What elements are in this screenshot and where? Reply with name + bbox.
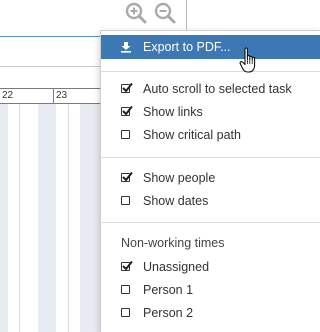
nonworking-person-2-option[interactable]: Person 2 [101, 301, 320, 325]
nonworking-stripe [38, 104, 56, 332]
export-pdf-label: Export to PDF... [143, 40, 231, 54]
nonworking-times-title: Non-working times [121, 236, 225, 250]
grid-line [68, 104, 69, 332]
timeline-day-row: 22 23 [0, 88, 110, 104]
checkbox-checked[interactable] [121, 82, 133, 93]
view-options-menu: Export to PDF... Auto scroll to selected… [100, 30, 320, 332]
checkbox-unchecked[interactable] [121, 130, 130, 139]
checkbox-checked[interactable] [121, 171, 133, 182]
timeline-day: 22 [0, 89, 53, 103]
show-critical-path-option[interactable]: Show critical path [101, 123, 320, 147]
grid-line [19, 104, 20, 332]
show-links-option[interactable]: Show links [101, 100, 320, 124]
menu-separator [101, 71, 320, 72]
zoom-out-icon[interactable] [154, 2, 176, 24]
zoom-in-icon[interactable] [125, 2, 147, 24]
auto-scroll-option[interactable]: Auto scroll to selected task [101, 77, 320, 101]
nonworking-person-1-option[interactable]: Person 1 [101, 278, 320, 302]
nonworking-unassigned-option[interactable]: Unassigned [101, 255, 320, 279]
nonworking-stripe [0, 104, 8, 332]
checkbox-checked[interactable] [121, 105, 133, 116]
option-label: Show links [143, 105, 203, 119]
checkbox-unchecked[interactable] [121, 196, 130, 205]
checkbox-unchecked[interactable] [121, 285, 130, 294]
option-label: Show critical path [143, 128, 241, 142]
option-label: Show people [143, 171, 216, 185]
option-label: Person 1 [143, 283, 194, 297]
show-dates-option[interactable]: Show dates [101, 189, 320, 213]
hand-cursor-icon [239, 47, 256, 73]
show-people-option[interactable]: Show people [101, 166, 320, 190]
checkbox-unchecked[interactable] [121, 308, 130, 317]
menu-separator [101, 157, 320, 158]
menu-separator [101, 222, 320, 223]
export-pdf-menu-item[interactable]: Export to PDF... [101, 35, 320, 59]
option-label: Auto scroll to selected task [143, 82, 292, 96]
nonworking-stripe [80, 104, 100, 332]
option-label: Unassigned [143, 260, 210, 274]
checkbox-checked[interactable] [121, 260, 133, 271]
download-icon [121, 42, 131, 53]
option-label: Show dates [143, 194, 209, 208]
option-label: Person 2 [143, 306, 194, 320]
